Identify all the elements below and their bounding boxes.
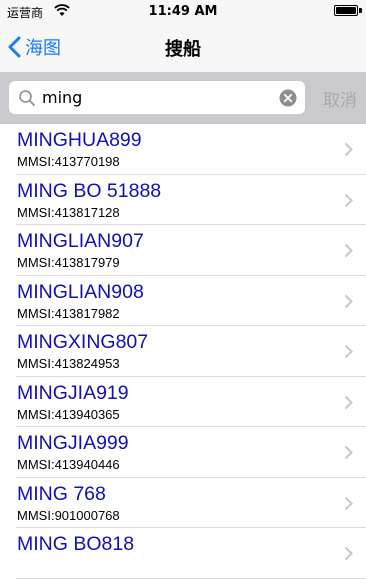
battery-icon bbox=[334, 5, 358, 16]
cancel-button[interactable]: 取消 bbox=[323, 86, 357, 111]
battery-tip bbox=[359, 8, 362, 13]
chevron-right-icon bbox=[344, 294, 353, 308]
ship-list-item[interactable]: MINGJIA999 MMSI:413940446 bbox=[0, 427, 366, 478]
ship-list-item[interactable]: MING BO 51888 MMSI:413817128 bbox=[0, 175, 366, 226]
mmsi-prefix: MMSI: bbox=[17, 457, 55, 472]
mmsi-prefix: MMSI: bbox=[17, 204, 55, 220]
ship-mmsi: MMSI:413817128 bbox=[17, 205, 120, 220]
chevron-right-icon bbox=[344, 243, 353, 258]
ship-list-item[interactable]: MING BO818 bbox=[0, 528, 366, 579]
search-input[interactable] bbox=[42, 81, 276, 114]
ship-mmsi: MMSI:413824953 bbox=[17, 356, 120, 371]
chevron-right-icon bbox=[344, 344, 353, 359]
ship-mmsi: MMSI:413940365 bbox=[17, 407, 120, 422]
ship-name: MINGXING807 bbox=[17, 331, 149, 353]
ship-mmsi: MMSI:413770198 bbox=[17, 154, 120, 169]
ship-mmsi: MMSI:413817979 bbox=[17, 255, 120, 270]
mmsi-prefix: MMSI: bbox=[17, 255, 55, 270]
ship-name: MINGLIAN908 bbox=[17, 280, 144, 303]
mmsi-number: 413940365 bbox=[54, 406, 120, 422]
chevron-right-icon bbox=[344, 445, 353, 460]
ship-mmsi: MMSI:413817982 bbox=[17, 306, 120, 321]
mmsi-number: 413770198 bbox=[54, 154, 120, 169]
status-bar: 运营商 11:49 AM bbox=[0, 0, 366, 22]
magnifier-icon bbox=[19, 90, 35, 106]
mmsi-prefix: MMSI: bbox=[17, 406, 55, 422]
ship-results-list: MINGHUA899 MMSI:413770198 MING BO 51888 MMS… bbox=[0, 124, 366, 579]
chevron-right-icon bbox=[344, 193, 353, 207]
mmsi-number: 901000768 bbox=[54, 507, 120, 523]
mmsi-number: 413817979 bbox=[54, 255, 120, 270]
ship-mmsi: MMSI:901000768 bbox=[17, 508, 120, 523]
ship-list-item[interactable]: MINGJIA919 MMSI:413940365 bbox=[0, 377, 366, 428]
ship-name: MINGJIA919 bbox=[17, 381, 129, 404]
ship-list-item[interactable]: MINGLIAN908 MMSI:413817982 bbox=[0, 276, 366, 327]
mmsi-prefix: MMSI: bbox=[17, 154, 55, 169]
battery-level-fill bbox=[336, 7, 356, 14]
ship-name: MING 768 bbox=[17, 482, 106, 505]
mmsi-prefix: MMSI: bbox=[17, 356, 55, 371]
navigation-bar: 海图 搜船 bbox=[0, 22, 366, 72]
ship-list-item[interactable]: MINGXING807 MMSI:413824953 bbox=[0, 326, 366, 377]
ship-name: MINGJIA999 bbox=[17, 432, 129, 454]
chevron-right-icon bbox=[344, 142, 353, 157]
ship-name: MINGLIAN907 bbox=[17, 230, 144, 252]
chevron-right-icon bbox=[344, 496, 353, 510]
search-bar: 取消 bbox=[0, 72, 366, 124]
mmsi-number: 413817982 bbox=[54, 305, 120, 321]
ship-name: MING BO 51888 bbox=[17, 179, 162, 202]
ship-name: MING BO818 bbox=[17, 533, 135, 555]
mmsi-prefix: MMSI: bbox=[17, 305, 55, 321]
mmsi-number: 413817128 bbox=[54, 204, 120, 220]
search-field-container[interactable] bbox=[9, 81, 305, 114]
ship-mmsi: MMSI:413940446 bbox=[17, 457, 120, 472]
mmsi-number: 413940446 bbox=[54, 457, 120, 472]
ship-list-item[interactable]: MINGHUA899 MMSI:413770198 bbox=[0, 124, 366, 175]
status-time: 11:49 AM bbox=[148, 4, 218, 19]
ship-name: MINGHUA899 bbox=[17, 129, 142, 151]
mmsi-prefix: MMSI: bbox=[17, 507, 55, 523]
page-title: 搜船 bbox=[165, 39, 201, 60]
ship-list-item[interactable]: MING 768 MMSI:901000768 bbox=[0, 478, 366, 529]
ship-list-item[interactable]: MINGLIAN907 MMSI:413817979 bbox=[0, 225, 366, 276]
clear-circle-icon[interactable] bbox=[279, 89, 297, 107]
chevron-right-icon bbox=[344, 395, 353, 409]
mmsi-number: 413824953 bbox=[54, 356, 120, 371]
chevron-right-icon bbox=[344, 546, 353, 561]
